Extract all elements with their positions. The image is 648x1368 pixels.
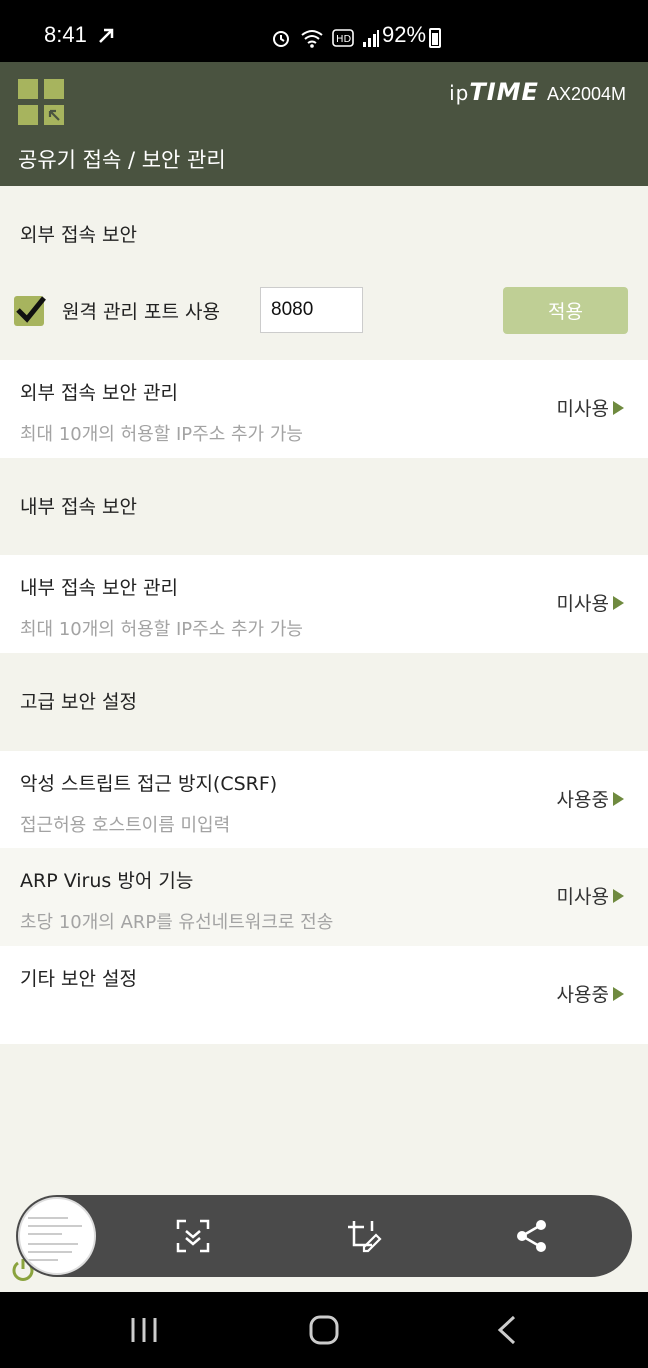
row-sub: 접근허용 호스트이름 미입력 bbox=[20, 815, 231, 836]
signal-icon bbox=[363, 30, 379, 47]
app-logo-icon[interactable] bbox=[18, 79, 66, 127]
battery-icon bbox=[429, 28, 441, 48]
section-advanced: 고급 보안 설정 bbox=[0, 653, 648, 751]
row-main: 내부 접속 보안 관리 bbox=[20, 577, 178, 599]
row-other-security[interactable]: 기타 보안 설정 사용중 bbox=[0, 946, 648, 1044]
row-status-text: 미사용 bbox=[556, 886, 609, 908]
app-header: ipTIME AX2004M 공유기 접속 / 보안 관리 bbox=[0, 62, 648, 186]
row-status-text: 미사용 bbox=[556, 593, 609, 615]
home-icon[interactable] bbox=[306, 1314, 342, 1346]
section-external: 외부 접속 보안 bbox=[0, 186, 648, 270]
page-title: 공유기 접속 / 보안 관리 bbox=[18, 148, 226, 172]
status-time: 8:41 bbox=[44, 22, 87, 47]
model-name: AX2004M bbox=[546, 84, 626, 104]
back-icon[interactable] bbox=[488, 1314, 524, 1346]
row-status-text: 사용중 bbox=[556, 789, 609, 811]
row-status-text: 미사용 bbox=[556, 398, 609, 420]
status-bar: 8:41 HD 92% bbox=[0, 0, 648, 62]
row-main: 기타 보안 설정 bbox=[20, 968, 137, 990]
section-advanced-label: 고급 보안 설정 bbox=[20, 691, 137, 713]
wifi-icon bbox=[301, 30, 323, 48]
brand-ip: ip bbox=[449, 81, 470, 105]
row-main: ARP Virus 방어 기능 bbox=[20, 870, 194, 892]
section-external-label: 외부 접속 보안 bbox=[20, 224, 137, 246]
apply-button[interactable]: 적용 bbox=[503, 287, 628, 334]
row-main: 외부 접속 보안 관리 bbox=[20, 382, 178, 404]
arrow-right-icon bbox=[613, 986, 624, 1001]
arrow-right-icon bbox=[613, 791, 624, 806]
battery-percent: 92% bbox=[382, 22, 427, 47]
row-internal-security[interactable]: 내부 접속 보안 관리 최대 10개의 허용할 IP주소 추가 가능 미사용 bbox=[0, 555, 648, 653]
row-external-security[interactable]: 외부 접속 보안 관리 최대 10개의 허용할 IP주소 추가 가능 미사용 bbox=[0, 360, 648, 458]
hd-icon: HD bbox=[332, 29, 354, 47]
share-icon[interactable] bbox=[513, 1217, 551, 1255]
row-status: 미사용 bbox=[557, 589, 624, 616]
row-sub: 최대 10개의 허용할 IP주소 추가 가능 bbox=[20, 619, 303, 640]
arrow-right-icon bbox=[613, 888, 624, 903]
alarm-icon bbox=[273, 31, 289, 47]
screenshot-toolbar bbox=[16, 1195, 632, 1277]
arrow-right-icon bbox=[613, 400, 624, 415]
section-internal: 내부 접속 보안 bbox=[0, 458, 648, 555]
status-icons: HD bbox=[270, 24, 380, 52]
row-csrf[interactable]: 악성 스트립트 접근 방지(CSRF) 접근허용 호스트이름 미입력 사용중 bbox=[0, 751, 648, 848]
brand-time: TIME bbox=[469, 78, 539, 106]
row-main: 악성 스트립트 접근 방지(CSRF) bbox=[20, 773, 278, 795]
row-sub: 최대 10개의 허용할 IP주소 추가 가능 bbox=[20, 424, 303, 445]
brand: ipTIME AX2004M bbox=[449, 78, 626, 106]
remote-port-label: 원격 관리 포트 사용 bbox=[62, 301, 220, 323]
remote-port-checkbox[interactable] bbox=[14, 296, 46, 326]
row-sub: 초당 10개의 ARP를 유선네트워크로 전송 bbox=[20, 912, 334, 933]
scroll-capture-icon[interactable] bbox=[174, 1217, 212, 1255]
system-nav-bar bbox=[0, 1292, 648, 1368]
crop-edit-icon[interactable] bbox=[344, 1217, 382, 1255]
section-internal-label: 내부 접속 보안 bbox=[20, 496, 137, 518]
remote-port-row: 원격 관리 포트 사용 8080 적용 bbox=[0, 270, 648, 360]
row-status-text: 사용중 bbox=[556, 984, 609, 1006]
row-status: 미사용 bbox=[557, 882, 624, 909]
port-value: 8080 bbox=[271, 299, 314, 320]
screenshot-thumbnail[interactable] bbox=[18, 1197, 96, 1275]
row-status: 사용중 bbox=[557, 980, 624, 1007]
row-arp[interactable]: ARP Virus 방어 기능 초당 10개의 ARP를 유선네트워크로 전송 … bbox=[0, 848, 648, 946]
row-status: 미사용 bbox=[557, 394, 624, 421]
svg-text:HD: HD bbox=[336, 34, 352, 45]
recent-apps-icon[interactable] bbox=[126, 1314, 162, 1346]
row-status: 사용중 bbox=[557, 785, 624, 812]
arrow-right-icon bbox=[613, 595, 624, 610]
port-input[interactable]: 8080 bbox=[260, 287, 363, 333]
notification-icon bbox=[96, 24, 118, 51]
